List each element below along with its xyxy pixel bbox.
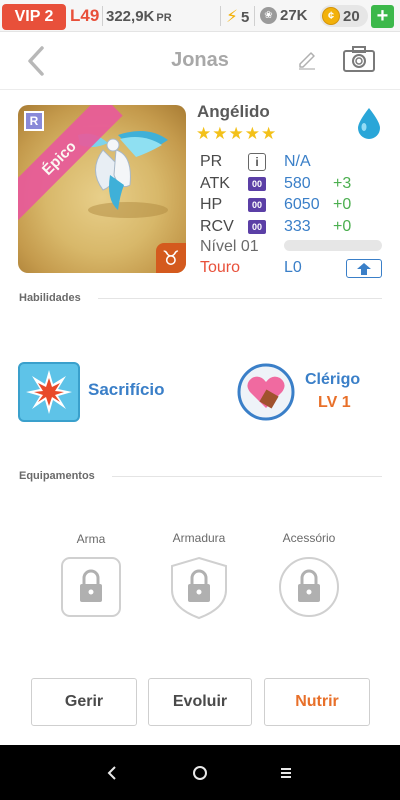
zodiac-name: Touro bbox=[200, 259, 241, 276]
explosion-icon bbox=[26, 370, 72, 414]
bolt-icon: ⚡ bbox=[226, 7, 238, 26]
coin-icon: ¢ bbox=[322, 7, 340, 25]
divider bbox=[254, 6, 255, 26]
hp-bonus: +0 bbox=[333, 196, 352, 213]
arrow-up-icon bbox=[357, 262, 371, 275]
level-label: Nível 01 bbox=[200, 238, 259, 255]
energy-value: 5 bbox=[240, 8, 250, 26]
divider bbox=[102, 6, 103, 26]
pencil-icon[interactable] bbox=[296, 48, 318, 70]
power-value: 322,9K bbox=[106, 8, 155, 25]
divider bbox=[220, 6, 221, 26]
atk-label: ATK bbox=[200, 175, 230, 192]
nav-menu-icon[interactable] bbox=[266, 745, 306, 800]
paw-icon: ❀ bbox=[260, 7, 277, 24]
coin-value: 20 bbox=[343, 7, 360, 25]
accessory-slot[interactable] bbox=[278, 556, 340, 618]
vip-badge[interactable]: VIP 2 bbox=[2, 4, 66, 30]
system-nav-bar bbox=[0, 745, 400, 800]
atk-bonus: +3 bbox=[333, 175, 352, 192]
info-icon[interactable]: i bbox=[248, 153, 266, 171]
feed-button[interactable]: Nutrir bbox=[264, 678, 370, 726]
xp-progress-bar bbox=[284, 240, 382, 251]
water-element-icon bbox=[358, 108, 380, 139]
manage-button[interactable]: Gerir bbox=[31, 678, 137, 726]
evolve-button[interactable]: Evoluir bbox=[148, 678, 252, 726]
rcv-label: RCV bbox=[200, 218, 234, 235]
pr-value: N/A bbox=[284, 153, 311, 170]
divider bbox=[98, 298, 382, 299]
star-rating: ★★★★★ bbox=[196, 124, 278, 143]
energy-counter[interactable]: ⚡ 5 bbox=[226, 7, 249, 27]
add-coins-button[interactable]: + bbox=[371, 5, 394, 28]
player-level: L49 bbox=[70, 6, 100, 25]
class-name: Clérigo bbox=[305, 371, 361, 388]
hp-tag-icon: 00 bbox=[248, 198, 266, 212]
nav-home-icon[interactable] bbox=[180, 745, 220, 800]
camera-icon[interactable] bbox=[342, 45, 376, 73]
armor-label: Armadura bbox=[172, 531, 226, 545]
level-up-button[interactable] bbox=[346, 259, 382, 278]
rcv-value: 333 bbox=[284, 218, 311, 235]
page-header: Jonas bbox=[0, 32, 400, 90]
class-level: LV 1 bbox=[318, 394, 351, 411]
hp-value: 6050 bbox=[284, 196, 320, 213]
skill-name[interactable]: Sacrifício bbox=[88, 380, 165, 400]
resource-bar: VIP 2 L49 322,9K PR ⚡ 5 ❀ 27K ¢ 20 + bbox=[0, 0, 400, 32]
atk-value: 580 bbox=[284, 175, 311, 192]
paw-counter[interactable]: ❀ 27K bbox=[260, 7, 308, 24]
weapon-slot[interactable] bbox=[60, 556, 122, 618]
cleric-heart-icon[interactable] bbox=[236, 362, 296, 422]
skills-section-title: Habilidades bbox=[19, 292, 81, 304]
zodiac-taurus-icon: ♉ bbox=[156, 243, 186, 273]
power-rating: 322,9K PR bbox=[106, 8, 172, 25]
divider bbox=[112, 476, 382, 477]
back-arrow-icon[interactable] bbox=[22, 44, 50, 78]
nav-back-icon[interactable] bbox=[92, 745, 132, 800]
weapon-label: Arma bbox=[76, 532, 106, 546]
link-level: L0 bbox=[284, 259, 302, 276]
skill-icon[interactable] bbox=[18, 362, 80, 422]
monster-portrait[interactable]: Épico R ♉ bbox=[18, 105, 186, 273]
pr-label: PR bbox=[200, 153, 223, 170]
armor-slot[interactable] bbox=[168, 556, 230, 620]
coin-display: ¢ 20 bbox=[322, 7, 360, 25]
rcv-bonus: +0 bbox=[333, 218, 352, 235]
monster-name: Angélido bbox=[197, 102, 270, 121]
page-title[interactable]: Jonas bbox=[100, 49, 300, 72]
power-unit: PR bbox=[156, 12, 172, 24]
rarity-letter-badge: R bbox=[24, 111, 44, 131]
atk-tag-icon: 00 bbox=[248, 177, 266, 191]
paw-value: 27K bbox=[280, 7, 308, 24]
accessory-label: Acessório bbox=[282, 531, 336, 545]
rcv-tag-icon: 00 bbox=[248, 220, 266, 234]
equipment-section-title: Equipamentos bbox=[19, 470, 95, 482]
hp-label: HP bbox=[200, 196, 223, 213]
